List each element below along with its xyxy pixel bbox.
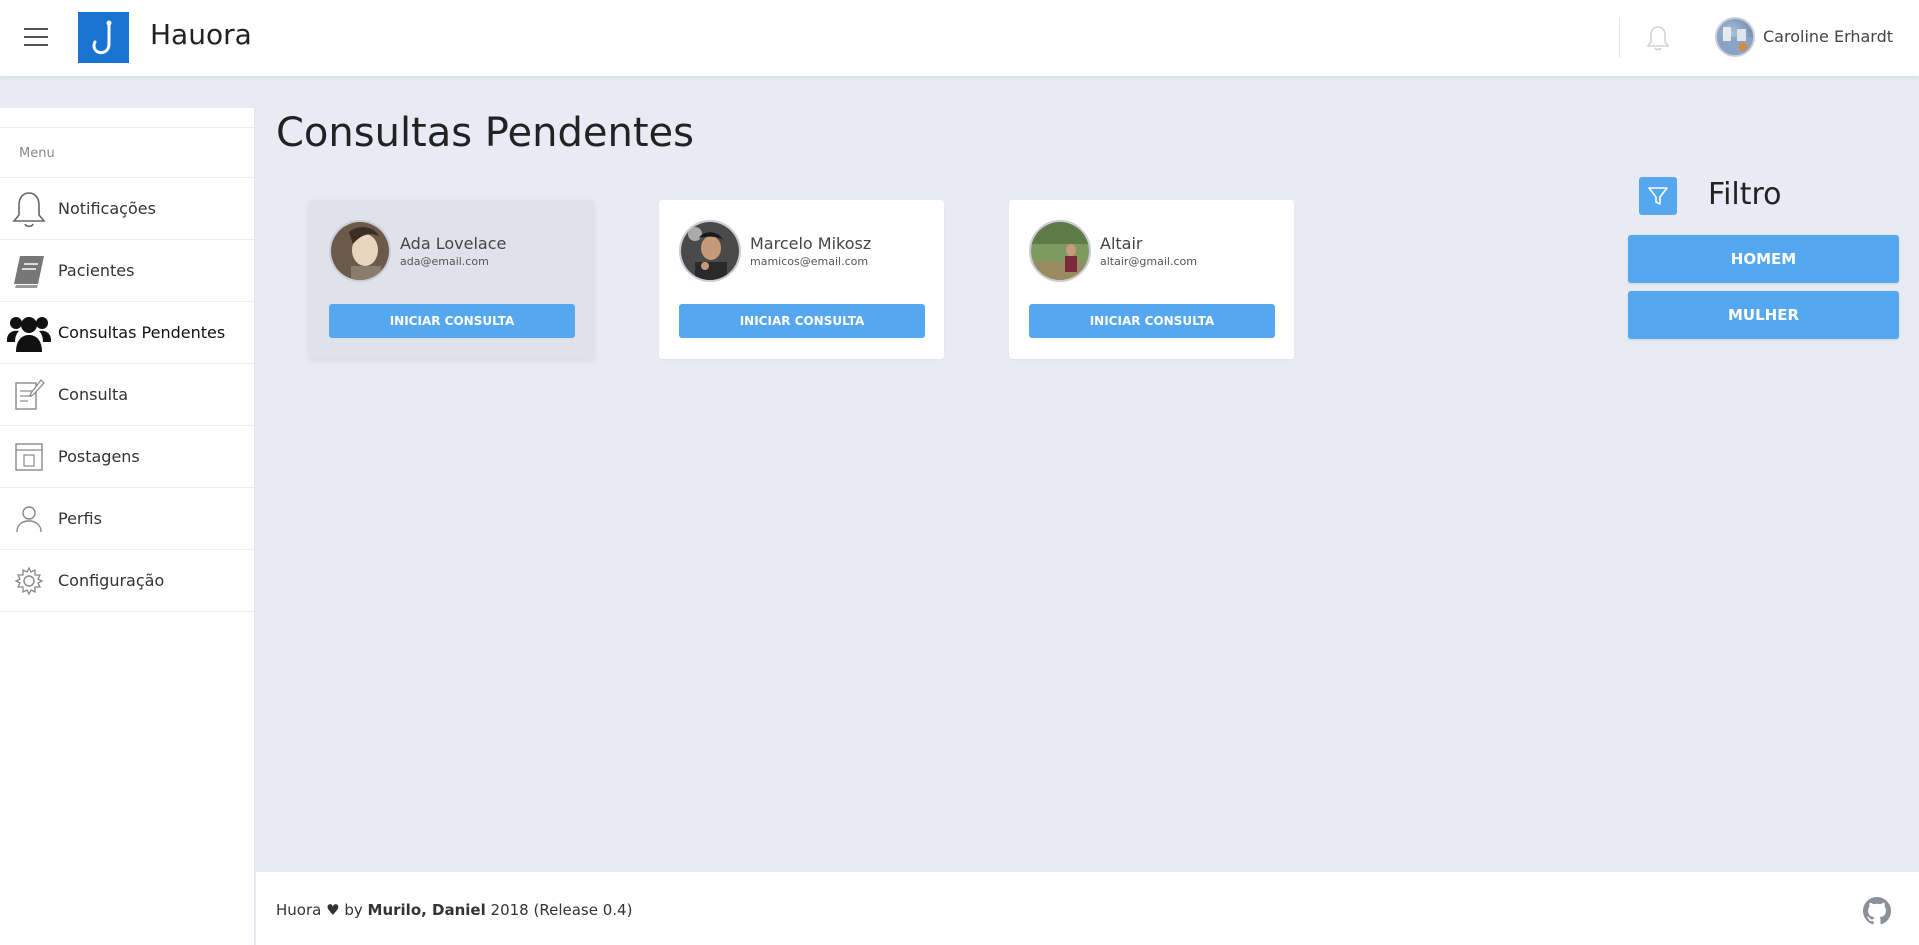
- footer-by: by: [344, 901, 363, 919]
- notification-bell-icon[interactable]: [1645, 24, 1671, 52]
- start-consultation-button[interactable]: INICIAR CONSULTA: [1029, 304, 1275, 338]
- sidebar-item-label: Consultas Pendentes: [58, 323, 226, 342]
- patient-email: altair@gmail.com: [1100, 255, 1197, 268]
- patient-email: mamicos@email.com: [750, 255, 869, 268]
- sidebar-item-label: Consulta: [58, 385, 129, 404]
- gear-icon: [0, 550, 58, 612]
- patient-card: Ada Lovelace ada@email.com INICIAR CONSU…: [309, 200, 594, 359]
- top-header: Hauora Caroline Erhardt: [0, 0, 1919, 76]
- footer-text: Huora ♥ by Murilo, Daniel 2018 (Release …: [276, 901, 632, 919]
- start-consultation-button[interactable]: INICIAR CONSULTA: [329, 304, 575, 338]
- sidebar-item-perfis[interactable]: Perfis: [0, 488, 254, 550]
- sidebar: Menu Notificações Pacientes Consultas Pe…: [0, 108, 255, 945]
- header-divider: [1619, 18, 1620, 58]
- filter-mulher-button[interactable]: MULHER: [1628, 291, 1899, 339]
- users-icon: [0, 302, 58, 364]
- user-icon: [0, 488, 58, 550]
- patient-avatar: [1029, 220, 1091, 282]
- patient-card: Marcelo Mikosz mamicos@email.com INICIAR…: [659, 200, 944, 359]
- book-icon: [0, 240, 58, 302]
- sidebar-item-consulta[interactable]: Consulta: [0, 364, 254, 426]
- menu-label: Menu: [0, 128, 254, 178]
- patient-name: Marcelo Mikosz: [750, 234, 872, 253]
- sidebar-item-pacientes[interactable]: Pacientes: [0, 240, 254, 302]
- layout-icon: [0, 426, 58, 488]
- page-title: Consultas Pendentes: [276, 110, 694, 156]
- patient-avatar: [679, 220, 741, 282]
- footer: Huora ♥ by Murilo, Daniel 2018 (Release …: [256, 872, 1919, 945]
- hamburger-menu-icon[interactable]: [24, 28, 48, 48]
- patient-card: Altair altair@gmail.com INICIAR CONSULTA: [1009, 200, 1294, 359]
- bell-icon: [0, 178, 58, 240]
- filter-icon[interactable]: [1639, 177, 1677, 215]
- filter-title: Filtro: [1708, 177, 1782, 212]
- sidebar-item-postagens[interactable]: Postagens: [0, 426, 254, 488]
- footer-authors[interactable]: Murilo, Daniel: [368, 901, 486, 919]
- user-avatar[interactable]: [1715, 17, 1755, 57]
- sidebar-item-consultas-pendentes[interactable]: Consultas Pendentes: [0, 302, 254, 364]
- sidebar-item-label: Perfis: [58, 509, 102, 528]
- patient-avatar: [329, 220, 391, 282]
- sidebar-item-label: Postagens: [58, 447, 140, 466]
- sidebar-item-notificacoes[interactable]: Notificações: [0, 178, 254, 240]
- sidebar-item-label: Notificações: [58, 199, 156, 218]
- patient-name: Altair: [1100, 234, 1143, 253]
- sidebar-item-label: Pacientes: [58, 261, 135, 280]
- github-icon[interactable]: [1863, 897, 1891, 925]
- user-name[interactable]: Caroline Erhardt: [1763, 27, 1893, 46]
- sidebar-item-configuracao[interactable]: Configuração: [0, 550, 254, 612]
- edit-icon: [0, 364, 58, 426]
- patient-name: Ada Lovelace: [400, 234, 507, 253]
- footer-release: 2018 (Release 0.4): [490, 901, 633, 919]
- filter-homem-button[interactable]: HOMEM: [1628, 235, 1899, 283]
- sidebar-top-spacer: [0, 108, 254, 128]
- patient-email: ada@email.com: [400, 255, 489, 268]
- start-consultation-button[interactable]: INICIAR CONSULTA: [679, 304, 925, 338]
- footer-brand: Huora: [276, 901, 322, 919]
- sidebar-item-label: Configuração: [58, 571, 165, 590]
- heart-icon: ♥: [326, 901, 340, 919]
- app-logo[interactable]: [78, 12, 129, 63]
- brand-name[interactable]: Hauora: [150, 18, 252, 51]
